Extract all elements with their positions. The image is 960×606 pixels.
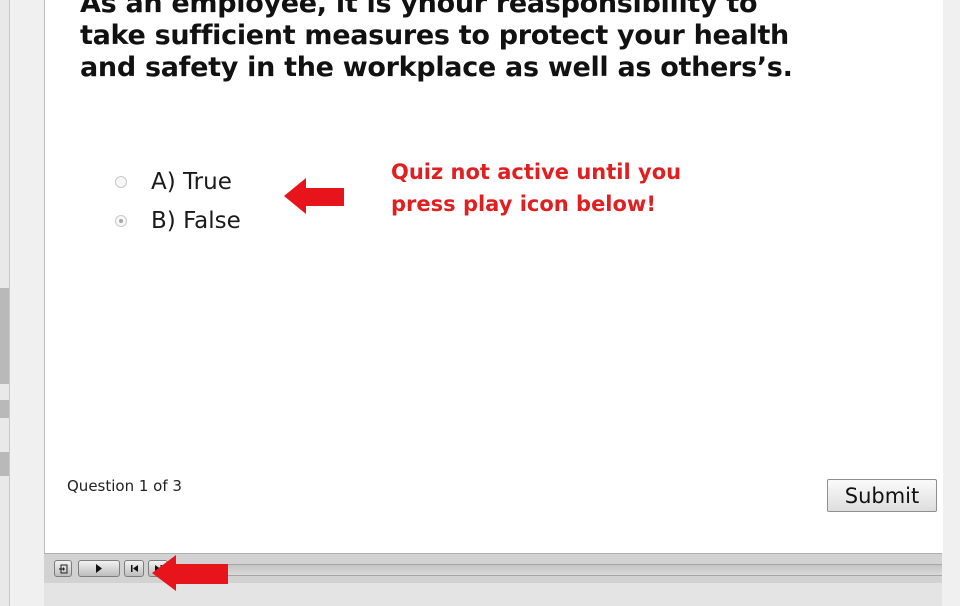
option-b-label: B) False [151, 208, 241, 234]
progress-track[interactable] [224, 564, 942, 576]
play-button[interactable] [78, 560, 120, 577]
exit-icon [59, 564, 68, 573]
option-b[interactable]: B) False [115, 207, 241, 235]
option-a-label: A) True [151, 169, 232, 195]
window-edge-segment [0, 452, 9, 476]
screen: As an employee, it is ynour reasponsibil… [0, 0, 960, 606]
rewind-button[interactable] [124, 560, 144, 577]
window-edge-segment [0, 288, 9, 384]
option-a-radio[interactable] [115, 176, 127, 188]
option-b-radio[interactable] [115, 215, 127, 227]
arrow-left-icon [152, 555, 228, 591]
exit-button[interactable] [54, 560, 72, 577]
quiz-slide: As an employee, it is ynour reasponsibil… [44, 0, 943, 553]
quiz-inactive-note: Quiz not active until you press play ico… [391, 156, 711, 220]
note-line-1: Quiz not active until you [391, 160, 682, 184]
option-a[interactable]: A) True [115, 168, 232, 196]
submit-button[interactable]: Submit [827, 479, 937, 512]
note-line-2: press play icon below! [391, 192, 656, 216]
rewind-icon [130, 565, 138, 572]
window-edge [0, 0, 10, 606]
window-edge-segment [0, 400, 9, 418]
question-text: As an employee, it is ynour reasponsibil… [80, 0, 793, 83]
arrow-left-icon [284, 178, 344, 214]
question-counter: Question 1 of 3 [67, 477, 182, 495]
play-icon [96, 564, 102, 573]
